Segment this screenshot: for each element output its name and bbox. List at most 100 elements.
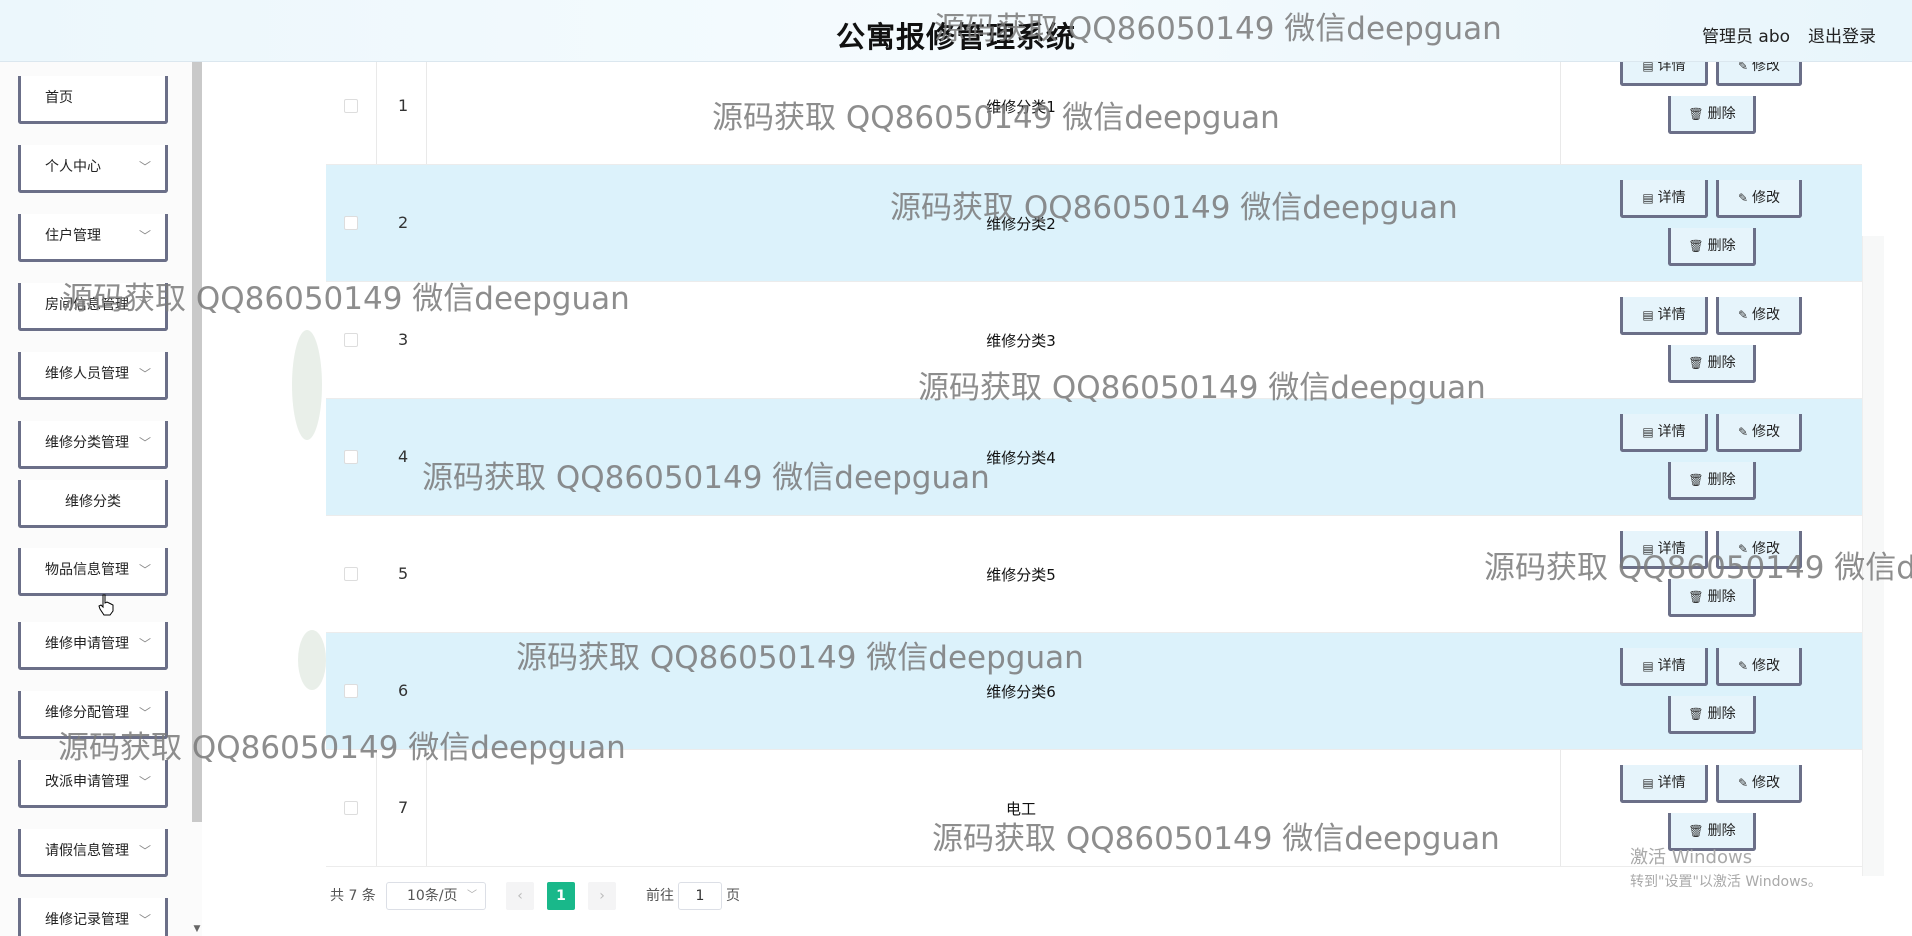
chevron-down-icon: ﹀	[138, 563, 151, 577]
sidebar-item-repair-category-management[interactable]: 维修分类管理 ﹀	[18, 421, 168, 469]
row-checkbox[interactable]	[344, 99, 358, 113]
edit-button[interactable]: ✎ 修改	[1716, 765, 1802, 803]
trash-icon: 🗑	[1688, 473, 1704, 487]
delete-button[interactable]: 🗑 删除	[1668, 462, 1756, 500]
detail-button[interactable]: ▤ 详情	[1620, 297, 1708, 335]
app-title: 公寓报修管理系统	[835, 20, 1076, 54]
edit-button[interactable]: ✎ 修改	[1716, 297, 1802, 335]
pencil-icon: ✎	[1737, 425, 1749, 439]
table-row: 2 维修分类2 ▤ 详情 ✎ 修改 🗑 删除	[326, 165, 1862, 282]
delete-button[interactable]: 🗑 删除	[1668, 228, 1756, 266]
main-scroll-track[interactable]	[1862, 236, 1884, 876]
logout-link[interactable]: 退出登录	[1808, 22, 1876, 47]
table-row: 6 维修分类6 ▤ 详情 ✎ 修改 🗑 删除	[326, 633, 1862, 750]
document-icon: ▤	[1642, 776, 1654, 790]
prev-page-button[interactable]: ‹	[506, 882, 534, 910]
detail-button[interactable]: ▤ 详情	[1620, 531, 1708, 569]
background-leaf-decoration	[292, 330, 322, 440]
activation-title: 激活 Windows	[1630, 847, 1753, 868]
sidebar-item-repair-record-management[interactable]: 维修记录管理 ﹀	[18, 898, 168, 936]
sidebar-item-label: 物品信息管理	[45, 562, 129, 578]
chevron-down-icon: ﹀	[138, 298, 151, 312]
row-checkbox[interactable]	[344, 801, 358, 815]
delete-label: 删除	[1707, 355, 1736, 371]
row-checkbox[interactable]	[344, 450, 358, 464]
table-row: 3 维修分类3 ▤ 详情 ✎ 修改 🗑 删除	[326, 282, 1862, 399]
sidebar-item-room-info-management[interactable]: 房间信息管理 ﹀	[18, 283, 168, 331]
detail-button[interactable]: ▤ 详情	[1620, 648, 1708, 686]
sidebar-item-leave-info-management[interactable]: 请假信息管理 ﹀	[18, 829, 168, 877]
sidebar-item-repair-staff-management[interactable]: 维修人员管理 ﹀	[18, 352, 168, 400]
edit-button[interactable]: ✎ 修改	[1716, 180, 1802, 218]
chevron-down-icon: ﹀	[138, 637, 151, 651]
document-icon: ▤	[1642, 425, 1654, 439]
edit-button[interactable]: ✎ 修改	[1716, 648, 1802, 686]
page-number-current[interactable]: 1	[547, 882, 575, 910]
chevron-down-icon: ﹀	[138, 436, 151, 450]
edit-label: 修改	[1752, 307, 1781, 323]
scroll-down-arrow-icon[interactable]: ▼	[192, 924, 202, 934]
next-page-button[interactable]: ›	[588, 882, 616, 910]
delete-label: 删除	[1707, 472, 1736, 488]
detail-button[interactable]: ▤ 详情	[1620, 765, 1708, 803]
sidebar-item-label: 住户管理	[45, 228, 101, 244]
page-size-select[interactable]: 10条/页 ﹀	[386, 882, 486, 910]
category-name: 维修分类6	[986, 683, 1056, 701]
pencil-icon: ✎	[1737, 776, 1749, 790]
table-row: 1 维修分类1 ▤ 详情 ✎ 修改 🗑 删除	[326, 48, 1862, 165]
sidebar-item-label: 维修申请管理	[45, 636, 129, 652]
row-checkbox[interactable]	[344, 216, 358, 230]
sidebar-item-reassign-request-management[interactable]: 改派申请管理 ﹀	[18, 760, 168, 808]
sidebar-scrollbar[interactable]	[192, 62, 202, 822]
edit-button[interactable]: ✎ 修改	[1716, 531, 1802, 569]
detail-label: 详情	[1657, 307, 1686, 323]
chevron-down-icon: ﹀	[138, 706, 151, 720]
sidebar-item-personal-center[interactable]: 个人中心 ﹀	[18, 145, 168, 193]
sidebar-item-home[interactable]: 首页	[18, 76, 168, 124]
category-name: 电工	[1005, 800, 1036, 818]
category-name: 维修分类3	[986, 332, 1056, 350]
edit-label: 修改	[1752, 190, 1781, 206]
sidebar-item-label: 首页	[45, 90, 73, 106]
edit-button[interactable]: ✎ 修改	[1716, 414, 1802, 452]
row-checkbox[interactable]	[344, 333, 358, 347]
delete-button[interactable]: 🗑 删除	[1668, 696, 1756, 734]
document-icon: ▤	[1642, 659, 1654, 673]
delete-label: 删除	[1707, 106, 1736, 122]
edit-label: 修改	[1752, 424, 1781, 440]
delete-label: 删除	[1707, 589, 1736, 605]
delete-button[interactable]: 🗑 删除	[1668, 345, 1756, 383]
detail-label: 详情	[1657, 541, 1686, 557]
trash-icon: 🗑	[1688, 239, 1704, 253]
pencil-icon: ✎	[1737, 542, 1749, 556]
row-checkbox[interactable]	[344, 567, 358, 581]
pagination-total: 共 7 条	[330, 888, 376, 904]
detail-label: 详情	[1657, 190, 1686, 206]
table-row: 5 维修分类5 ▤ 详情 ✎ 修改 🗑 删除	[326, 516, 1862, 633]
delete-button[interactable]: 🗑 删除	[1668, 579, 1756, 617]
delete-label: 删除	[1707, 238, 1736, 254]
detail-label: 详情	[1657, 424, 1686, 440]
goto-page-input[interactable]: 1	[678, 882, 722, 910]
sidebar-item-repair-assignment-management[interactable]: 维修分配管理 ﹀	[18, 691, 168, 739]
sidebar-item-resident-management[interactable]: 住户管理 ﹀	[18, 214, 168, 262]
sidebar-item-label: 维修人员管理	[45, 366, 129, 382]
chevron-down-icon: ﹀	[138, 913, 151, 927]
chevron-down-icon: ﹀	[467, 890, 477, 901]
chevron-down-icon: ﹀	[138, 367, 151, 381]
chevron-left-icon: ‹	[517, 888, 523, 904]
activation-subtitle: 转到"设置"以激活 Windows。	[1630, 874, 1822, 890]
current-user-label: 管理员 abo	[1702, 27, 1791, 47]
detail-button[interactable]: ▤ 详情	[1620, 180, 1708, 218]
category-name: 维修分类5	[986, 566, 1056, 584]
delete-button[interactable]: 🗑 删除	[1668, 96, 1756, 134]
sidebar-item-repair-request-management[interactable]: 维修申请管理 ﹀	[18, 622, 168, 670]
row-checkbox[interactable]	[344, 684, 358, 698]
detail-button[interactable]: ▤ 详情	[1620, 414, 1708, 452]
sidebar-item-label: 房间信息管理	[45, 297, 129, 313]
sidebar-item-item-info-management[interactable]: 物品信息管理 ﹀	[18, 548, 168, 596]
trash-icon: 🗑	[1688, 824, 1704, 838]
chevron-right-icon: ›	[599, 888, 605, 904]
table-row: 4 维修分类4 ▤ 详情 ✎ 修改 🗑 删除	[326, 399, 1862, 516]
sidebar-subitem-repair-category[interactable]: 维修分类	[18, 480, 168, 528]
